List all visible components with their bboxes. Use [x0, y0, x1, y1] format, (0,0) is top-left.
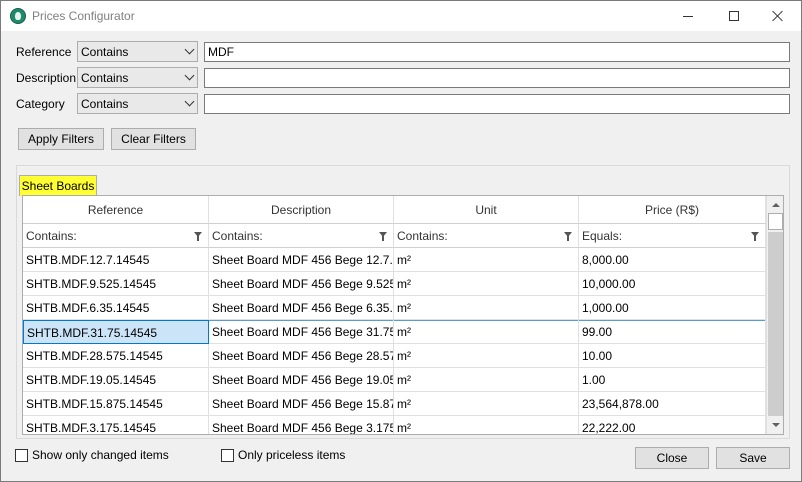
cell-price[interactable]: 8,000.00 — [579, 248, 766, 272]
filter-operator-label: Contains: — [212, 229, 263, 243]
cell-reference[interactable]: SHTB.MDF.19.05.14545 — [23, 368, 209, 392]
cell-price[interactable]: 1.00 — [579, 368, 766, 392]
column-filter-reference[interactable]: Contains: — [23, 224, 209, 248]
column-header-description[interactable]: Description — [209, 196, 394, 224]
cell-unit[interactable]: m² — [394, 272, 579, 296]
cell-price[interactable]: 99.00 — [579, 320, 766, 344]
grid-vertical-scrollbar[interactable] — [766, 196, 783, 434]
cell-price[interactable]: 10.00 — [579, 344, 766, 368]
minimize-button[interactable] — [665, 1, 711, 31]
save-button[interactable]: Save — [716, 447, 790, 469]
cell-unit[interactable]: m² — [394, 368, 579, 392]
cell-description[interactable]: Sheet Board MDF 456 Bege 31.75... — [209, 320, 394, 344]
cell-unit[interactable]: m² — [394, 416, 579, 434]
cell-description[interactable]: Sheet Board MDF 456 Bege 12.7... — [209, 248, 394, 272]
cell-description[interactable]: Sheet Board MDF 456 Bege 19.05... — [209, 368, 394, 392]
cell-reference[interactable]: SHTB.MDF.12.7.14545 — [23, 248, 209, 272]
cell-reference[interactable]: SHTB.MDF.6.35.14545 — [23, 296, 209, 320]
reference-filter-input[interactable]: MDF — [204, 42, 790, 62]
cell-description[interactable]: Sheet Board MDF 456 Bege 15.87... — [209, 392, 394, 416]
show-changed-checkbox[interactable] — [15, 449, 28, 462]
column-header-unit[interactable]: Unit — [394, 196, 579, 224]
cell-reference[interactable]: SHTB.MDF.28.575.14545 — [23, 344, 209, 368]
scroll-down-arrow-icon[interactable] — [767, 417, 783, 434]
filter-operator-label: Equals: — [582, 229, 623, 243]
minimize-icon — [683, 16, 693, 17]
prices-configurator-window: Prices Configurator Reference Contains M… — [0, 0, 802, 482]
description-filter-label: Description — [16, 71, 77, 85]
cell-unit[interactable]: m² — [394, 344, 579, 368]
cell-description[interactable]: Sheet Board MDF 456 Bege 6.35... — [209, 296, 394, 320]
tab-sheet-boards[interactable]: Sheet Boards — [19, 175, 97, 196]
cell-price[interactable]: 22,222.00 — [579, 416, 766, 434]
close-icon — [772, 10, 784, 22]
cell-price[interactable]: 1,000.00 — [579, 296, 766, 320]
cell-description[interactable]: Sheet Board MDF 456 Bege 9.525... — [209, 272, 394, 296]
clear-filters-button[interactable]: Clear Filters — [111, 128, 196, 150]
filter-funnel-icon[interactable] — [379, 232, 387, 241]
scrollbar-thumb[interactable] — [768, 213, 783, 230]
scroll-up-arrow-icon[interactable] — [767, 196, 783, 213]
close-window-button[interactable] — [755, 1, 801, 31]
cell-description[interactable]: Sheet Board MDF 456 Bege 3.175... — [209, 416, 394, 434]
reference-filter-label: Reference — [16, 45, 72, 59]
description-operator-value: Contains — [81, 71, 129, 85]
cell-reference[interactable]: SHTB.MDF.3.175.14545 — [23, 416, 209, 434]
description-filter-input[interactable] — [204, 68, 790, 88]
maximize-icon — [729, 11, 739, 21]
description-operator-select[interactable]: Contains — [77, 67, 198, 88]
cell-price[interactable]: 10,000.00 — [579, 272, 766, 296]
scrollbar-track[interactable] — [768, 232, 783, 416]
close-button[interactable]: Close — [635, 447, 709, 469]
apply-filters-button[interactable]: Apply Filters — [18, 128, 104, 150]
filter-operator-label: Contains: — [26, 229, 77, 243]
filter-funnel-icon[interactable] — [564, 232, 572, 241]
category-operator-value: Contains — [81, 97, 129, 111]
cell-unit[interactable]: m² — [394, 320, 579, 344]
column-filter-description[interactable]: Contains: — [209, 224, 394, 248]
filter-operator-label: Contains: — [397, 229, 448, 243]
category-filter-input[interactable] — [204, 94, 790, 114]
prices-grid: Reference Description Unit Price (R$) Co… — [22, 195, 784, 435]
priceless-checkbox[interactable] — [221, 449, 234, 462]
title-bar[interactable]: Prices Configurator — [1, 1, 801, 31]
app-logo-icon — [10, 8, 26, 24]
column-filter-price[interactable]: Equals: — [579, 224, 766, 248]
chevron-down-icon — [184, 44, 195, 55]
window-title: Prices Configurator — [32, 9, 135, 23]
chevron-down-icon — [184, 96, 195, 107]
filter-funnel-icon[interactable] — [751, 232, 759, 241]
maximize-button[interactable] — [711, 1, 757, 31]
column-header-price[interactable]: Price (R$) — [579, 196, 766, 224]
cell-reference[interactable]: SHTB.MDF.9.525.14545 — [23, 272, 209, 296]
filter-funnel-icon[interactable] — [194, 232, 202, 241]
cell-unit[interactable]: m² — [394, 296, 579, 320]
chevron-down-icon — [184, 70, 195, 81]
cell-reference[interactable]: SHTB.MDF.15.875.14545 — [23, 392, 209, 416]
category-filter-label: Category — [16, 97, 65, 111]
cell-unit[interactable]: m² — [394, 392, 579, 416]
cell-price[interactable]: 23,564,878.00 — [579, 392, 766, 416]
cell-unit[interactable]: m² — [394, 248, 579, 272]
reference-operator-select[interactable]: Contains — [77, 41, 198, 62]
category-operator-select[interactable]: Contains — [77, 93, 198, 114]
priceless-label[interactable]: Only priceless items — [238, 448, 345, 462]
column-filter-unit[interactable]: Contains: — [394, 224, 579, 248]
column-header-reference[interactable]: Reference — [23, 196, 209, 224]
reference-operator-value: Contains — [81, 45, 129, 59]
cell-reference[interactable]: SHTB.MDF.31.75.14545 — [23, 320, 209, 344]
show-changed-label[interactable]: Show only changed items — [32, 448, 169, 462]
cell-description[interactable]: Sheet Board MDF 456 Bege 28.57... — [209, 344, 394, 368]
